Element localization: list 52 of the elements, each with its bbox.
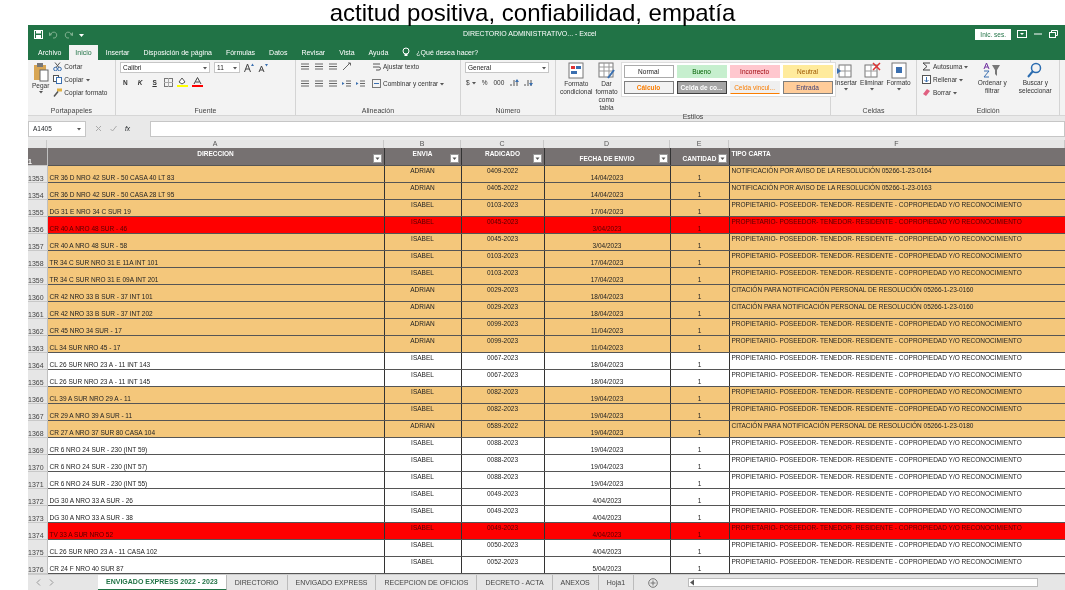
fill-down-icon (922, 75, 931, 84)
caret-icon (959, 77, 964, 82)
increase-decimal-icon[interactable] (509, 78, 520, 87)
save-icon[interactable] (34, 29, 43, 39)
minimize-icon[interactable] (1033, 30, 1043, 38)
lightbulb-icon (402, 47, 411, 57)
enter-check-icon[interactable] (110, 125, 117, 132)
slide-heading: actitud positiva, confiabilidad, empatía (329, 0, 736, 25)
fill-color-icon[interactable] (176, 77, 188, 87)
align-left-icon[interactable] (300, 79, 310, 88)
customize-caret-icon[interactable] (79, 31, 84, 37)
sort-filter-icon (983, 62, 1002, 79)
borders-icon[interactable] (163, 77, 173, 87)
increase-indent-icon[interactable] (356, 79, 366, 88)
caret-icon (869, 87, 874, 91)
horizontal-scrollbar[interactable] (688, 578, 1039, 587)
decrease-decimal-icon[interactable] (523, 78, 534, 87)
filter-dropdown-icon[interactable] (532, 153, 542, 163)
font-color-icon[interactable] (191, 77, 203, 87)
formula-input-field[interactable] (150, 120, 1065, 137)
caret-icon (38, 90, 43, 94)
add-sheet-icon[interactable] (648, 577, 659, 588)
decrease-indent-icon[interactable] (342, 79, 352, 88)
align-center-icon[interactable] (314, 79, 324, 88)
merge-cells-icon (372, 79, 381, 88)
scissors-icon (53, 62, 63, 71)
eraser-icon (922, 88, 931, 97)
filter-dropdown-icon[interactable] (372, 153, 382, 163)
orientation-icon[interactable] (342, 62, 352, 71)
caret-icon (85, 77, 90, 82)
caret-icon (844, 87, 848, 91)
caret-icon (953, 90, 958, 95)
caret-icon (471, 80, 476, 85)
filter-dropdown-icon[interactable] (717, 153, 727, 163)
restore-icon[interactable] (1049, 30, 1059, 38)
align-bottom-icon[interactable] (328, 62, 338, 71)
shrink-font-icon[interactable] (258, 63, 268, 72)
filter-dropdown-icon[interactable] (449, 153, 459, 163)
caret-icon (964, 64, 969, 69)
wrap-text-icon (372, 62, 381, 71)
align-top-icon[interactable] (300, 62, 310, 71)
grow-font-icon[interactable] (244, 63, 254, 72)
sigma-icon (922, 62, 931, 71)
caret-icon (440, 81, 445, 86)
align-middle-icon[interactable] (314, 62, 324, 71)
copy-icon (53, 75, 63, 84)
align-right-icon[interactable] (328, 79, 338, 88)
paintbrush-icon (53, 88, 63, 97)
caret-icon (896, 87, 901, 91)
ribbon-display-icon[interactable] (1017, 30, 1027, 38)
scroll-left-icon[interactable] (689, 579, 696, 586)
filter-dropdown-icon[interactable] (658, 153, 668, 163)
